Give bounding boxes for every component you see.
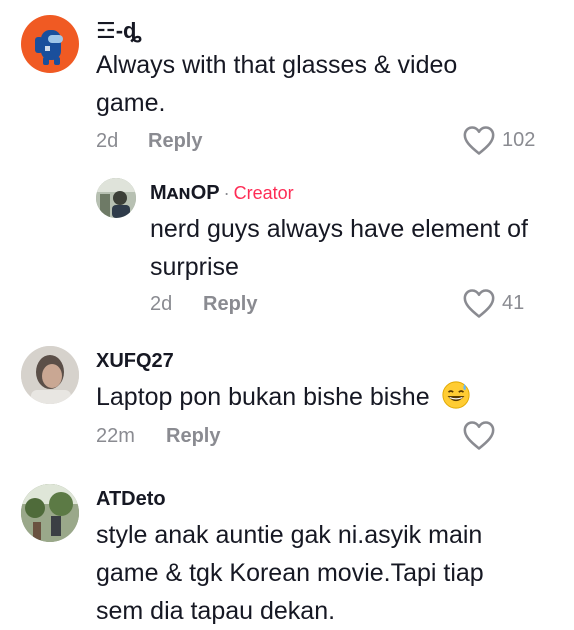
heart-icon xyxy=(463,126,495,155)
avatar[interactable] xyxy=(21,484,79,542)
comment-text-content: Laptop pon bukan bishe bishe xyxy=(96,383,430,411)
avatar[interactable] xyxy=(21,15,79,73)
comment-text: nerd guys always have element of surpris… xyxy=(150,215,528,281)
comment-text: style anak auntie gak ni.asyik main game… xyxy=(96,521,484,625)
like-button[interactable]: 102 xyxy=(462,124,535,156)
comment-username[interactable]: MᴀɴOP · Creator xyxy=(150,182,294,205)
like-count: 41 xyxy=(502,291,525,314)
reply-button[interactable]: Reply xyxy=(203,293,257,316)
comment-time: 2d xyxy=(96,130,119,152)
profile-photo-icon xyxy=(21,346,79,404)
profile-photo-icon xyxy=(96,178,136,218)
heart-icon xyxy=(463,289,495,318)
like-count: 102 xyxy=(502,128,536,151)
profile-photo-icon xyxy=(21,484,79,542)
reply-button[interactable]: Reply xyxy=(166,425,220,448)
grinning-sweat-emoji xyxy=(441,381,470,409)
heart-icon xyxy=(463,421,495,450)
like-button[interactable] xyxy=(462,419,502,451)
like-button[interactable]: 41 xyxy=(462,287,524,319)
among-us-crewmate-icon xyxy=(35,30,63,65)
comment-time: 22m xyxy=(96,425,135,447)
username-text[interactable]: MᴀɴOP xyxy=(150,182,220,204)
comment-text: Laptop pon bukan bishe bishe xyxy=(96,378,526,416)
comment-username[interactable]: ☲-ȡ xyxy=(96,18,141,44)
separator-dot: · xyxy=(223,183,230,203)
comment-text: Always with that glasses & video game. xyxy=(96,51,458,117)
reply-button[interactable]: Reply xyxy=(148,130,202,153)
comment-username[interactable]: ATDeto xyxy=(96,488,166,511)
comment-time: 2d xyxy=(150,293,173,315)
avatar[interactable] xyxy=(21,346,79,404)
creator-badge: Creator xyxy=(233,183,294,203)
avatar[interactable] xyxy=(96,178,136,218)
comment-username[interactable]: XUFQ27 xyxy=(96,350,174,373)
